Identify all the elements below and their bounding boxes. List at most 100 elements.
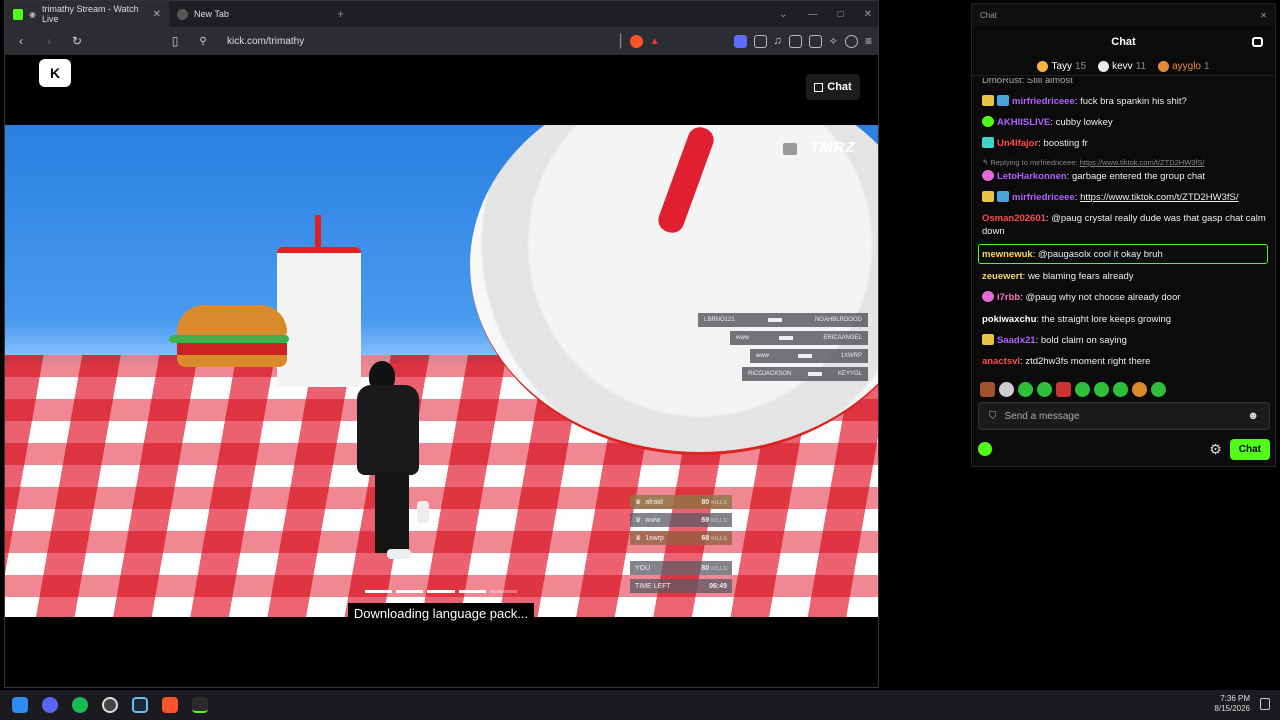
chat-username[interactable]: AKHIISLIVE	[997, 117, 1050, 128]
killfeed-killer: RICOJACKSON	[748, 371, 792, 377]
tab-search-icon[interactable]: ⌄	[779, 9, 787, 20]
brave-icon[interactable]	[162, 697, 178, 713]
kick-logo[interactable]: K	[39, 59, 71, 87]
emote-icon[interactable]	[1037, 382, 1052, 397]
close-tab-icon[interactable]: ✕	[153, 9, 161, 20]
gift-badge-icon	[1037, 61, 1049, 72]
wallet-icon[interactable]	[808, 34, 822, 48]
site-info-icon[interactable]: ⚲	[193, 36, 213, 47]
windows-start-icon[interactable]	[12, 697, 28, 713]
time-left-label: TIME LEFT	[635, 582, 671, 590]
minimize-button[interactable]: —	[808, 9, 818, 20]
spotify-icon[interactable]	[72, 697, 88, 713]
shield-icon: ⛉	[989, 410, 997, 422]
forward-icon[interactable]: ›	[39, 34, 59, 48]
chat-username[interactable]: i7rbb	[997, 292, 1020, 303]
chat-username[interactable]: Saadx21	[997, 335, 1036, 346]
chat-message: mewnewuk: @paugasolx cool it okay bruh	[982, 249, 1163, 260]
chat-link[interactable]: https://www.tiktok.com/t/ZTD2HW3fS/	[1080, 192, 1238, 203]
reload-icon[interactable]: ↻	[67, 34, 87, 48]
sidebar-icon[interactable]	[788, 34, 802, 48]
shield-icon[interactable]	[844, 34, 858, 48]
chat-message-input[interactable]: ⛉ Send a message ☻	[978, 402, 1270, 430]
chat-text: fuck bra spankin his shit?	[1080, 96, 1187, 107]
emote-icon[interactable]	[980, 382, 995, 397]
bookmark-icon[interactable]: ▯	[165, 34, 185, 48]
close-window-button[interactable]: ✕	[864, 9, 872, 20]
address-bar[interactable]: kick.com/trimathy	[227, 36, 304, 47]
gifter-count: 11	[1135, 61, 1147, 72]
leaderboard-kills: 80	[701, 498, 710, 506]
gifter-item[interactable]: ayyglo 1	[1158, 61, 1210, 72]
weapon-icon	[779, 336, 794, 340]
emote-icon[interactable]	[1113, 382, 1128, 397]
chat-text: cubby lowkey	[1055, 117, 1113, 128]
emote-icon[interactable]	[1132, 382, 1147, 397]
users-icon[interactable]	[1252, 37, 1263, 47]
patty	[177, 343, 287, 355]
chat-message: Osman202601: @paug crystal really dude w…	[982, 213, 1266, 237]
media-icon[interactable]: ♫	[774, 35, 782, 47]
video-player[interactable]: TMRZ LBRNO121 NOAHBLRDOOD www ERICAANGEL…	[5, 125, 878, 617]
tab-new-tab[interactable]: New Tab	[169, 1, 333, 27]
system-clock[interactable]: 7:36 PM 8/15/2026	[1214, 694, 1250, 714]
chat-text: the straight lore keeps growing	[1041, 314, 1172, 325]
back-icon[interactable]: ‹	[11, 34, 31, 48]
send-chat-button[interactable]: Chat	[1229, 438, 1270, 460]
kick-favicon-icon	[13, 8, 23, 20]
emote-icon[interactable]	[999, 382, 1014, 397]
chat-username[interactable]: Un4lfajor	[997, 138, 1038, 149]
gifter-count: 15	[1075, 61, 1087, 72]
chat-settings-gear-icon[interactable]: ⚙	[1209, 441, 1222, 458]
progress-segment	[458, 590, 486, 593]
chat-username[interactable]: anactsvl	[982, 356, 1020, 367]
emote-icon[interactable]	[1151, 382, 1166, 397]
emote-icon[interactable]	[1094, 382, 1109, 397]
brave-shields-icon[interactable]	[629, 34, 643, 48]
leaderboard-name: www	[645, 516, 661, 524]
chat-username[interactable]: zeuewert	[982, 271, 1023, 282]
chat-username[interactable]: mirfriedriceee	[1012, 192, 1075, 203]
tab-trimathy-stream[interactable]: ◉ trimathy Stream - Watch Live ✕	[5, 1, 169, 27]
trophy-icon: ♛	[635, 517, 642, 524]
kick-points-icon[interactable]	[978, 442, 992, 456]
you-label: YOU	[635, 564, 651, 572]
killfeed-row: www ERICAANGEL	[730, 331, 868, 345]
notification-icon[interactable]	[1260, 698, 1270, 710]
obs-icon[interactable]	[102, 697, 118, 713]
chat-text: garbage entered the group chat	[1071, 171, 1206, 182]
emote-icon[interactable]	[1075, 382, 1090, 397]
reply-link[interactable]: https://www.tiktok.com/t/ZTD2HW3fS/	[1080, 158, 1205, 167]
gifter-item[interactable]: Tayy 15	[1037, 61, 1086, 72]
clock-date: 8/15/2026	[1214, 704, 1250, 713]
steam-icon[interactable]	[132, 697, 148, 713]
mute-icon[interactable]: ◉	[29, 10, 36, 19]
extensions-icon[interactable]	[753, 34, 767, 48]
chat-username[interactable]: mewnewuk	[982, 249, 1033, 260]
vpn-icon[interactable]	[733, 34, 747, 48]
kick-app-icon[interactable]	[192, 697, 208, 713]
emote-icon[interactable]	[1056, 382, 1071, 397]
new-tab-button[interactable]: +	[337, 7, 344, 21]
gifter-item[interactable]: kevv 11	[1098, 61, 1146, 72]
emote-icon[interactable]	[1018, 382, 1033, 397]
chat-footer: ⚙ Chat	[978, 438, 1270, 460]
emoji-picker-icon[interactable]: ☻	[1247, 410, 1259, 422]
bun-top	[177, 305, 287, 335]
chat-username[interactable]: pokiwaxchu	[982, 314, 1036, 325]
menu-icon[interactable]: ≡	[865, 34, 872, 48]
chat-username[interactable]: Osman202601	[982, 213, 1046, 224]
you-row: YOU 80 KILLS	[630, 561, 732, 575]
maximize-button[interactable]: □	[838, 9, 844, 20]
chat-header: Chat	[972, 26, 1275, 58]
close-chat-window-button[interactable]: ✕	[1260, 11, 1267, 20]
chat-toggle-button[interactable]: Chat	[806, 74, 860, 100]
address-divider: |	[618, 32, 623, 49]
discord-icon[interactable]	[42, 697, 58, 713]
leo-ai-icon[interactable]: ✧	[829, 35, 838, 48]
kills-unit: KILLS	[711, 535, 727, 542]
reply-context: ↰ Replying to mirfriedriceee: https://ww…	[982, 158, 1205, 167]
brave-rewards-icon[interactable]: ▲	[650, 36, 660, 47]
chat-username[interactable]: LetoHarkonnen	[997, 171, 1067, 182]
chat-username[interactable]: mirfriedriceee	[1012, 96, 1075, 107]
